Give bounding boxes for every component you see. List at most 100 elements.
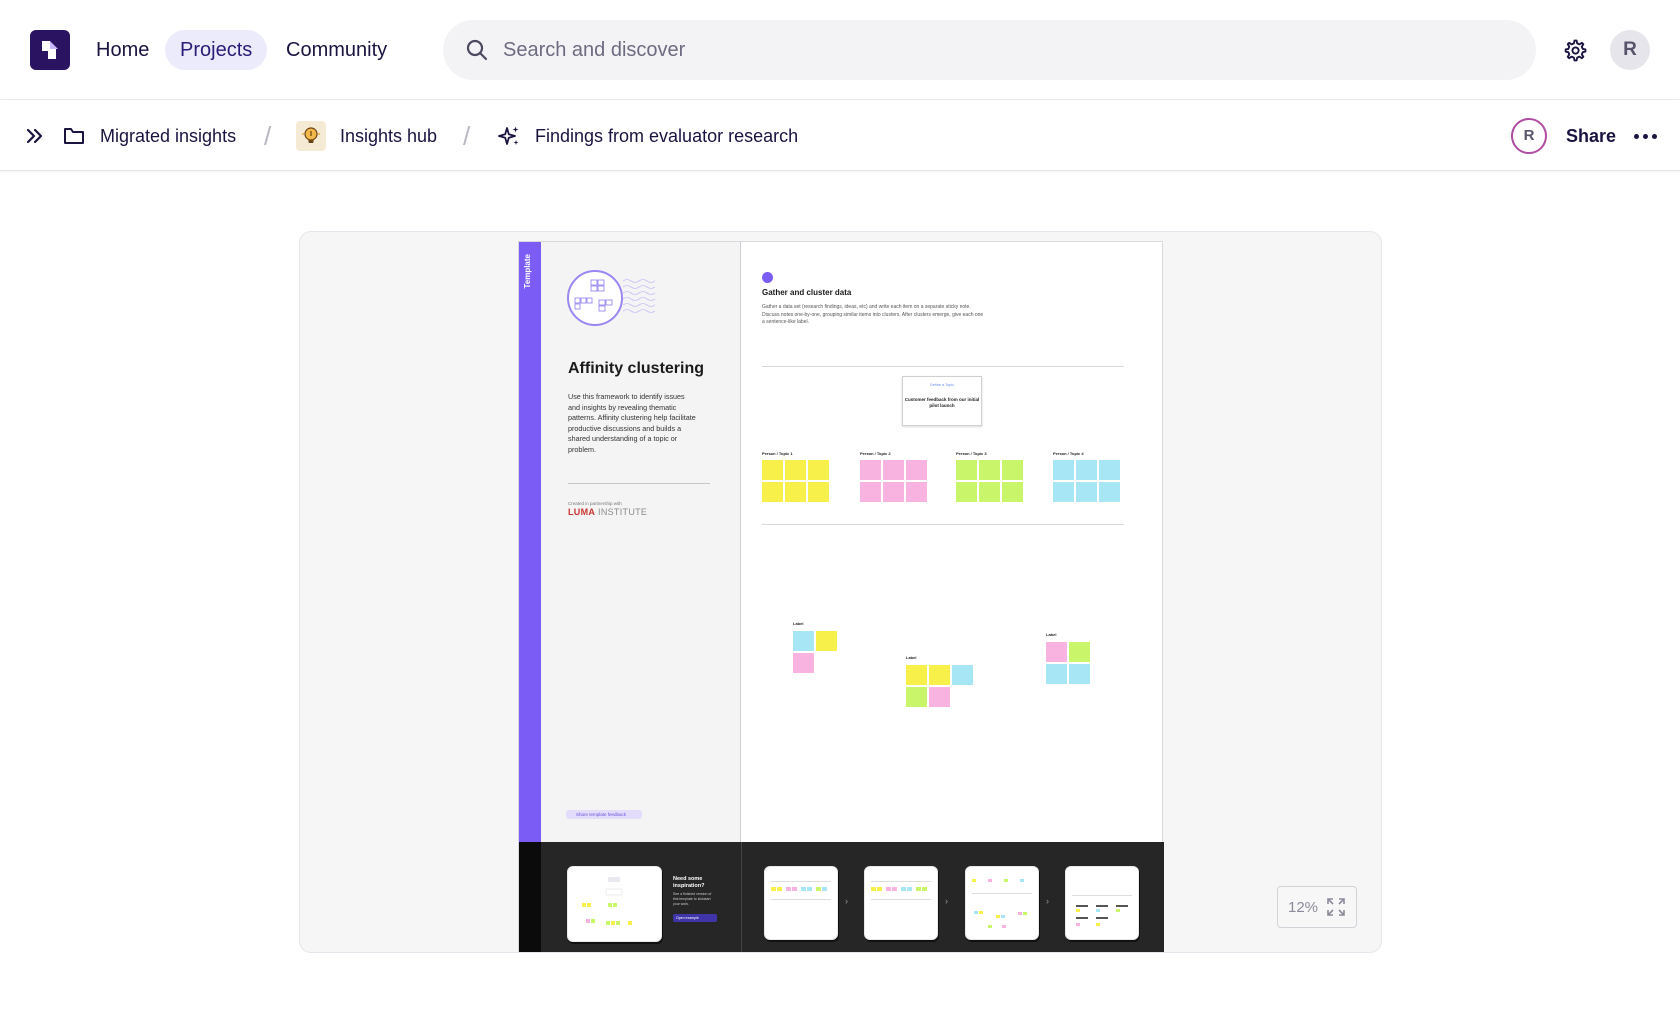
board-preview[interactable]: Template Affinity clustering Use this fr… xyxy=(299,231,1382,953)
sticky-note xyxy=(1076,482,1097,502)
sticky-note xyxy=(1053,460,1074,480)
user-avatar[interactable]: R xyxy=(1610,30,1650,70)
sticky-note xyxy=(762,460,783,480)
arrow-right-icon: › xyxy=(845,896,848,906)
group-label: Person / Topic 1 xyxy=(762,451,793,456)
divider xyxy=(762,366,1124,367)
group-label: Person / Topic 3 xyxy=(956,451,987,456)
sticky-note xyxy=(785,460,806,480)
partner-suffix: INSTITUTE xyxy=(598,507,648,517)
template-content-panel: Gather and cluster data Gather a data se… xyxy=(742,242,1163,842)
affinity-illustration-icon xyxy=(567,270,623,326)
step-thumbnail-2 xyxy=(864,866,938,940)
sticky-note xyxy=(929,665,950,685)
share-button[interactable]: Share xyxy=(1566,121,1616,151)
breadcrumb-insights-hub[interactable]: Insights hub xyxy=(296,118,437,154)
sticky-note xyxy=(883,482,904,502)
partner-brand: LUMA xyxy=(568,507,596,517)
sticky-note xyxy=(906,665,927,685)
breadcrumb-separator: / xyxy=(463,121,471,151)
sticky-note xyxy=(808,460,829,480)
sticky-note xyxy=(860,482,881,502)
breadcrumb-migrated-insights[interactable]: Migrated insights xyxy=(62,118,236,154)
breadcrumb-label: Migrated insights xyxy=(100,125,237,146)
sticky-note xyxy=(1046,642,1067,662)
double-chevron-right-icon[interactable] xyxy=(24,125,46,147)
top-navigation: Home Projects Community R xyxy=(0,0,1680,100)
luma-institute-logo: LUMA INSTITUTE xyxy=(568,507,647,517)
example-thumbnail xyxy=(567,866,662,942)
band-divider xyxy=(741,842,742,952)
sticky-note xyxy=(1099,460,1120,480)
template-strip: Template xyxy=(519,242,541,842)
sticky-note xyxy=(762,482,783,502)
sticky-note xyxy=(956,482,977,502)
breadcrumb-separator: / xyxy=(264,121,272,151)
sticky-note xyxy=(979,460,1000,480)
breadcrumb: Migrated insights / Insights hub / Findi… xyxy=(0,101,1680,171)
arrow-right-icon: › xyxy=(945,896,948,906)
step-dot-icon xyxy=(762,272,773,283)
sticky-note xyxy=(1053,482,1074,502)
sticky-note xyxy=(883,460,904,480)
sticky-note xyxy=(808,482,829,502)
step-thumbnail-1 xyxy=(764,866,838,940)
template-board: Template Affinity clustering Use this fr… xyxy=(518,241,1164,952)
cluster-label: Label xyxy=(1046,632,1057,637)
sticky-note xyxy=(1002,482,1023,502)
sticky-note xyxy=(952,665,973,685)
examples-band: Need some inspiration? See a finished ve… xyxy=(519,842,1164,952)
step-thumbnail-4 xyxy=(1065,866,1139,940)
gear-icon[interactable] xyxy=(1562,38,1587,63)
step-description: Gather a data set (research findings, id… xyxy=(762,304,984,325)
template-title: Affinity clustering xyxy=(568,360,705,377)
zoom-control[interactable]: 12% xyxy=(1277,886,1357,928)
band-edge xyxy=(519,842,541,952)
search-bar[interactable] xyxy=(443,20,1536,80)
sticky-note xyxy=(906,482,927,502)
template-description: Use this framework to identify issues an… xyxy=(568,392,696,454)
sticky-note xyxy=(906,460,927,480)
step-title: Gather and cluster data xyxy=(762,288,852,297)
more-horizontal-icon[interactable] xyxy=(1630,121,1660,151)
group-label: Person / Topic 2 xyxy=(860,451,891,456)
sticky-note xyxy=(1002,460,1023,480)
wave-decoration-icon xyxy=(623,279,656,313)
cluster-label: Label xyxy=(906,655,917,660)
sticky-note xyxy=(929,687,950,707)
sticky-note xyxy=(816,631,837,651)
sticky-note xyxy=(1046,664,1067,684)
nav-home[interactable]: Home xyxy=(81,30,164,70)
breadcrumb-findings[interactable]: Findings from evaluator research xyxy=(497,118,798,154)
template-strip-label: Template xyxy=(523,254,532,289)
sticky-note xyxy=(1076,460,1097,480)
topic-card-kicker: Define a Topic xyxy=(930,383,954,387)
open-example-button: Open example xyxy=(673,914,717,922)
arrow-right-icon: › xyxy=(1046,896,1049,906)
sticky-note xyxy=(956,460,977,480)
template-feedback-button: Share template feedback xyxy=(566,810,642,819)
breadcrumb-label: Findings from evaluator research xyxy=(535,125,799,146)
divider xyxy=(568,483,710,484)
sticky-note xyxy=(979,482,1000,502)
inspiration-title: Need some inspiration? xyxy=(673,876,705,889)
sticky-note xyxy=(785,482,806,502)
app-logo-icon[interactable] xyxy=(30,30,70,70)
nav-community[interactable]: Community xyxy=(271,30,402,70)
cluster-label: Label xyxy=(793,621,804,626)
topic-card: Define a Topic Customer feedback from ou… xyxy=(902,376,982,426)
search-input[interactable] xyxy=(503,20,1503,80)
collaborator-avatar[interactable]: R xyxy=(1511,118,1547,154)
sticky-note xyxy=(1069,642,1090,662)
nav-projects[interactable]: Projects xyxy=(165,30,268,70)
partner-note: Created in partnership with xyxy=(568,501,622,506)
inspiration-text: See a finished version of this template … xyxy=(673,892,712,906)
step-thumbnail-3 xyxy=(965,866,1039,940)
template-info-panel: Affinity clustering Use this framework t… xyxy=(541,242,741,842)
lightbulb-icon xyxy=(296,121,326,151)
topic-card-text: Customer feedback from our initial pilot… xyxy=(904,397,980,408)
expand-icon[interactable] xyxy=(1326,897,1346,917)
sticky-note xyxy=(793,653,814,673)
zoom-level: 12% xyxy=(1287,898,1319,916)
group-label: Person / Topic 4 xyxy=(1053,451,1084,456)
